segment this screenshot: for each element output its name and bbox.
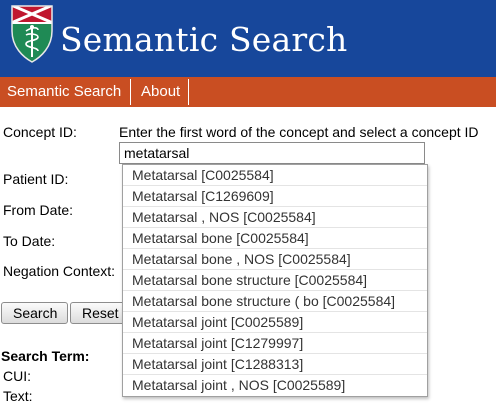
autocomplete-option[interactable]: Metatarsal [C0025584] xyxy=(123,165,427,186)
cui-label: CUI: xyxy=(3,368,31,384)
nav-bar: Semantic Search About xyxy=(0,77,496,107)
page-header: Semantic Search xyxy=(0,0,496,77)
nav-separator xyxy=(130,79,131,105)
autocomplete-dropdown: Metatarsal [C0025584] Metatarsal [C12696… xyxy=(122,164,428,397)
concept-instruction: Enter the first word of the concept and … xyxy=(119,124,479,140)
autocomplete-option[interactable]: Metatarsal [C1269609] xyxy=(123,186,427,207)
patient-id-label: Patient ID: xyxy=(3,171,69,187)
autocomplete-option[interactable]: Metatarsal joint [C0025589] xyxy=(123,312,427,333)
negation-context-label: Negation Context: xyxy=(3,263,116,279)
autocomplete-option[interactable]: Metatarsal bone [C0025584] xyxy=(123,228,427,249)
autocomplete-option[interactable]: Metatarsal bone structure ( bo [C0025584… xyxy=(123,291,427,312)
text-label: Text: xyxy=(3,388,33,404)
autocomplete-option[interactable]: Metatarsal joint , NOS [C0025589] xyxy=(123,375,427,396)
site-title: Semantic Search xyxy=(60,20,348,59)
autocomplete-option[interactable]: Metatarsal bone structure [C0025584] xyxy=(123,270,427,291)
nav-item-semantic-search[interactable]: Semantic Search xyxy=(7,77,121,107)
search-term-heading: Search Term: xyxy=(1,348,90,364)
search-button[interactable]: Search xyxy=(1,302,68,324)
autocomplete-option[interactable]: Metatarsal bone , NOS [C0025584] xyxy=(123,249,427,270)
autocomplete-option[interactable]: Metatarsal joint [C1288313] xyxy=(123,354,427,375)
autocomplete-option[interactable]: Metatarsal , NOS [C0025584] xyxy=(123,207,427,228)
concept-id-input[interactable] xyxy=(119,142,425,164)
concept-id-label: Concept ID: xyxy=(3,124,77,140)
nav-separator xyxy=(188,79,189,105)
to-date-label: To Date: xyxy=(3,233,56,249)
caduceus-shield-icon xyxy=(11,5,53,63)
nav-item-about[interactable]: About xyxy=(141,77,180,107)
reset-button[interactable]: Reset xyxy=(70,302,130,324)
from-date-label: From Date: xyxy=(3,202,74,218)
autocomplete-option[interactable]: Metatarsal joint [C1279997] xyxy=(123,333,427,354)
